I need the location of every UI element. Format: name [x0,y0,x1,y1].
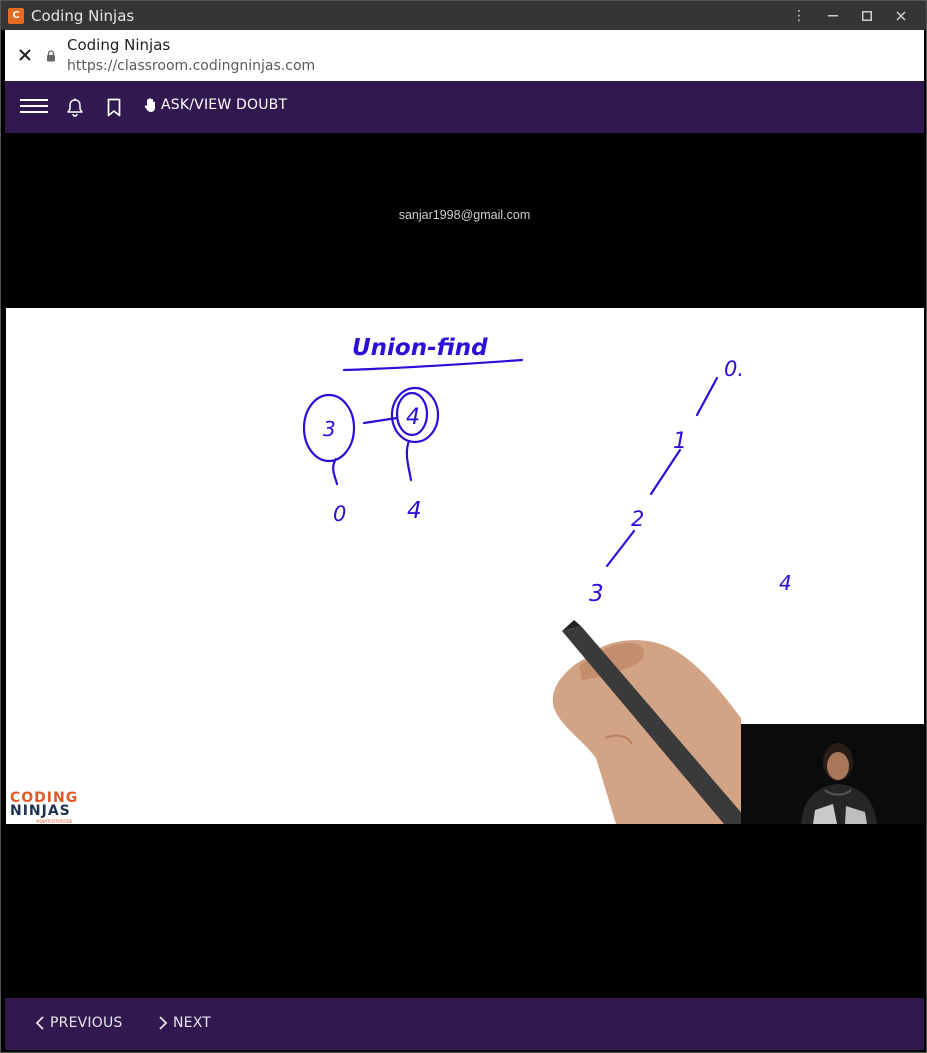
browser-window: C Coding Ninjas ⋮ Coding Ninjas https://… [0,0,927,1053]
board-label-0-right: 0. [724,357,744,381]
previous-button[interactable]: PREVIOUS [35,1015,122,1031]
board-label-4-left: 4 [407,498,422,524]
board-label-3-right: 3 [589,581,604,607]
title-underline [342,358,524,372]
coding-ninjas-logo: CODING NINJAS #SWITCHTOCODE [10,790,79,824]
board-label-1: 1 [673,429,687,454]
instructor-figure [741,724,924,824]
window-controls: ⋮ [782,1,918,30]
site-url[interactable]: https://classroom.codingninjas.com [67,58,315,74]
edge-0-1 [695,376,719,417]
next-button[interactable]: NEXT [158,1015,211,1031]
close-window-icon[interactable] [884,1,918,30]
video-watermark: sanjar1998@gmail.com [398,208,531,222]
bookmark-icon[interactable] [106,98,122,117]
site-title: Coding Ninjas [67,36,171,54]
edge-2-3 [605,529,636,568]
window-title: Coding Ninjas [31,6,135,25]
chevron-right-icon [159,1016,168,1030]
whiteboard-frame: Union-find 3 4 0 4 0. 1 2 3 4 CODING NIN… [6,308,924,824]
edge-1-2 [649,448,682,496]
board-label-4-circle: 4 [406,405,420,430]
edge-3-0 [332,457,339,486]
chevron-left-icon [35,1016,44,1030]
board-label-4-right: 4 [779,571,792,595]
next-label: NEXT [173,1015,212,1031]
board-label-2: 2 [631,507,644,531]
window-titlebar: C Coding Ninjas ⋮ [1,1,926,30]
app-toolbar: ASK/VIEW DOUBT [5,81,924,133]
presenter-hand [552,620,751,824]
raised-hand-icon [144,98,155,112]
bottom-navigation: PREVIOUS NEXT [5,998,924,1050]
ask-view-doubt-label: ASK/VIEW DOUBT [161,97,288,113]
previous-label: PREVIOUS [50,1015,123,1031]
kebab-menu-icon[interactable]: ⋮ [782,1,816,30]
bell-icon[interactable] [66,98,84,117]
ask-view-doubt-button[interactable]: ASK/VIEW DOUBT [144,97,287,113]
edge-4-4 [405,439,413,482]
app-icon: C [8,7,24,24]
close-icon [19,49,31,61]
video-player[interactable]: sanjar1998@gmail.com Union-find 3 4 0 4 … [5,133,924,998]
hamburger-menu-icon[interactable] [20,99,48,115]
lock-icon [47,50,55,62]
board-title: Union-find [352,335,488,361]
minimize-icon[interactable] [816,1,850,30]
maximize-icon[interactable] [850,1,884,30]
board-label-0-left: 0 [333,502,346,526]
instructor-webcam-pip [741,724,924,824]
custom-tab-bar: Coding Ninjas https://classroom.codingni… [5,30,924,81]
board-label-3: 3 [323,417,336,441]
close-tab-button[interactable] [15,45,35,65]
